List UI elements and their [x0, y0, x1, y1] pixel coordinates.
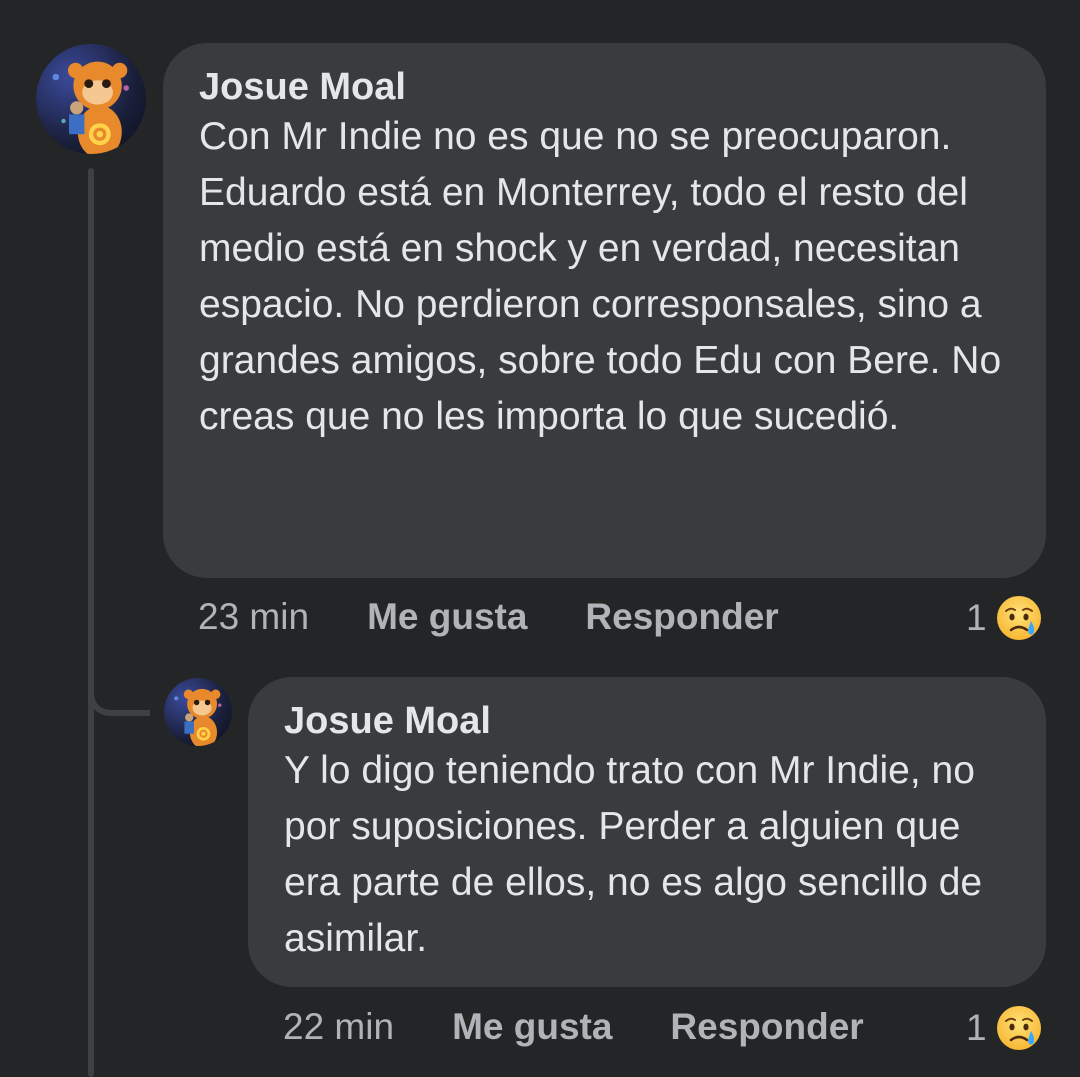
comment-timestamp[interactable]: 23 min: [198, 596, 309, 638]
like-button[interactable]: Me gusta: [367, 596, 527, 638]
comment-bubble: Josue Moal Con Mr Indie no es que no se …: [163, 43, 1046, 578]
comment-author[interactable]: Josue Moal: [199, 65, 1016, 109]
comment-text: Con Mr Indie no es que no se preocuparon…: [199, 115, 1002, 438]
reaction-count: 1: [966, 597, 987, 638]
thread-line: [88, 168, 94, 1077]
mascot-avatar-icon: [174, 688, 222, 746]
avatar[interactable]: [36, 44, 146, 154]
reply-like-button[interactable]: Me gusta: [452, 1006, 612, 1048]
comment-actions: 23 min Me gusta Responder: [198, 596, 779, 638]
thread-connector: [88, 660, 150, 716]
reply-reply-button[interactable]: Responder: [670, 1006, 863, 1048]
reply-text: Y lo digo teniendo trato con Mr Indie, n…: [284, 749, 983, 960]
reply-actions: 22 min Me gusta Responder: [283, 1006, 864, 1048]
reply-timestamp[interactable]: 22 min: [283, 1006, 394, 1048]
reply-bubble: Josue Moal Y lo digo teniendo trato con …: [248, 677, 1046, 987]
reply-author[interactable]: Josue Moal: [284, 699, 1016, 743]
sad-tear-emoji-icon: [996, 596, 1041, 640]
reply-button[interactable]: Responder: [585, 596, 778, 638]
reply-avatar[interactable]: [164, 678, 232, 746]
reaction-summary[interactable]: 1: [966, 594, 1043, 642]
reply-reaction-count: 1: [966, 1007, 987, 1048]
mascot-avatar-icon: [52, 61, 129, 154]
reply-reaction-summary[interactable]: 1: [966, 1004, 1043, 1052]
sad-tear-emoji-icon: [996, 1006, 1041, 1050]
